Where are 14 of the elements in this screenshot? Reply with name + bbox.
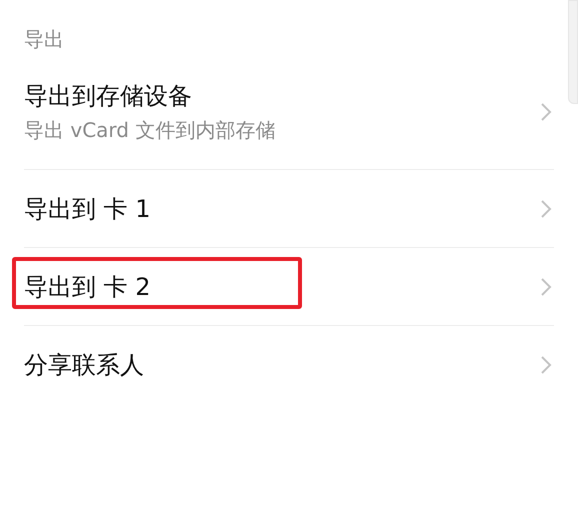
item-title: 导出到存储设备: [24, 80, 192, 112]
list-item[interactable]: 导出到 卡 1: [24, 170, 554, 248]
list-item[interactable]: 导出到存储设备 导出 vCard 文件到内部存储: [24, 54, 554, 170]
chevron-icon: [540, 276, 552, 296]
item-title: 导出到 卡 1: [24, 194, 151, 224]
list-item[interactable]: 导出到 卡 2: [24, 248, 554, 326]
section-header: 导出: [24, 26, 64, 53]
chevron-icon: [540, 102, 552, 122]
item-subtitle: 导出 vCard 文件到内部存储: [24, 116, 276, 144]
item-title: 分享联系人: [24, 350, 144, 380]
item-title: 导出到 卡 2: [24, 270, 151, 302]
chevron-icon: [540, 354, 552, 374]
chevron-icon: [540, 198, 552, 218]
list-item[interactable]: 分享联系人: [24, 326, 554, 403]
